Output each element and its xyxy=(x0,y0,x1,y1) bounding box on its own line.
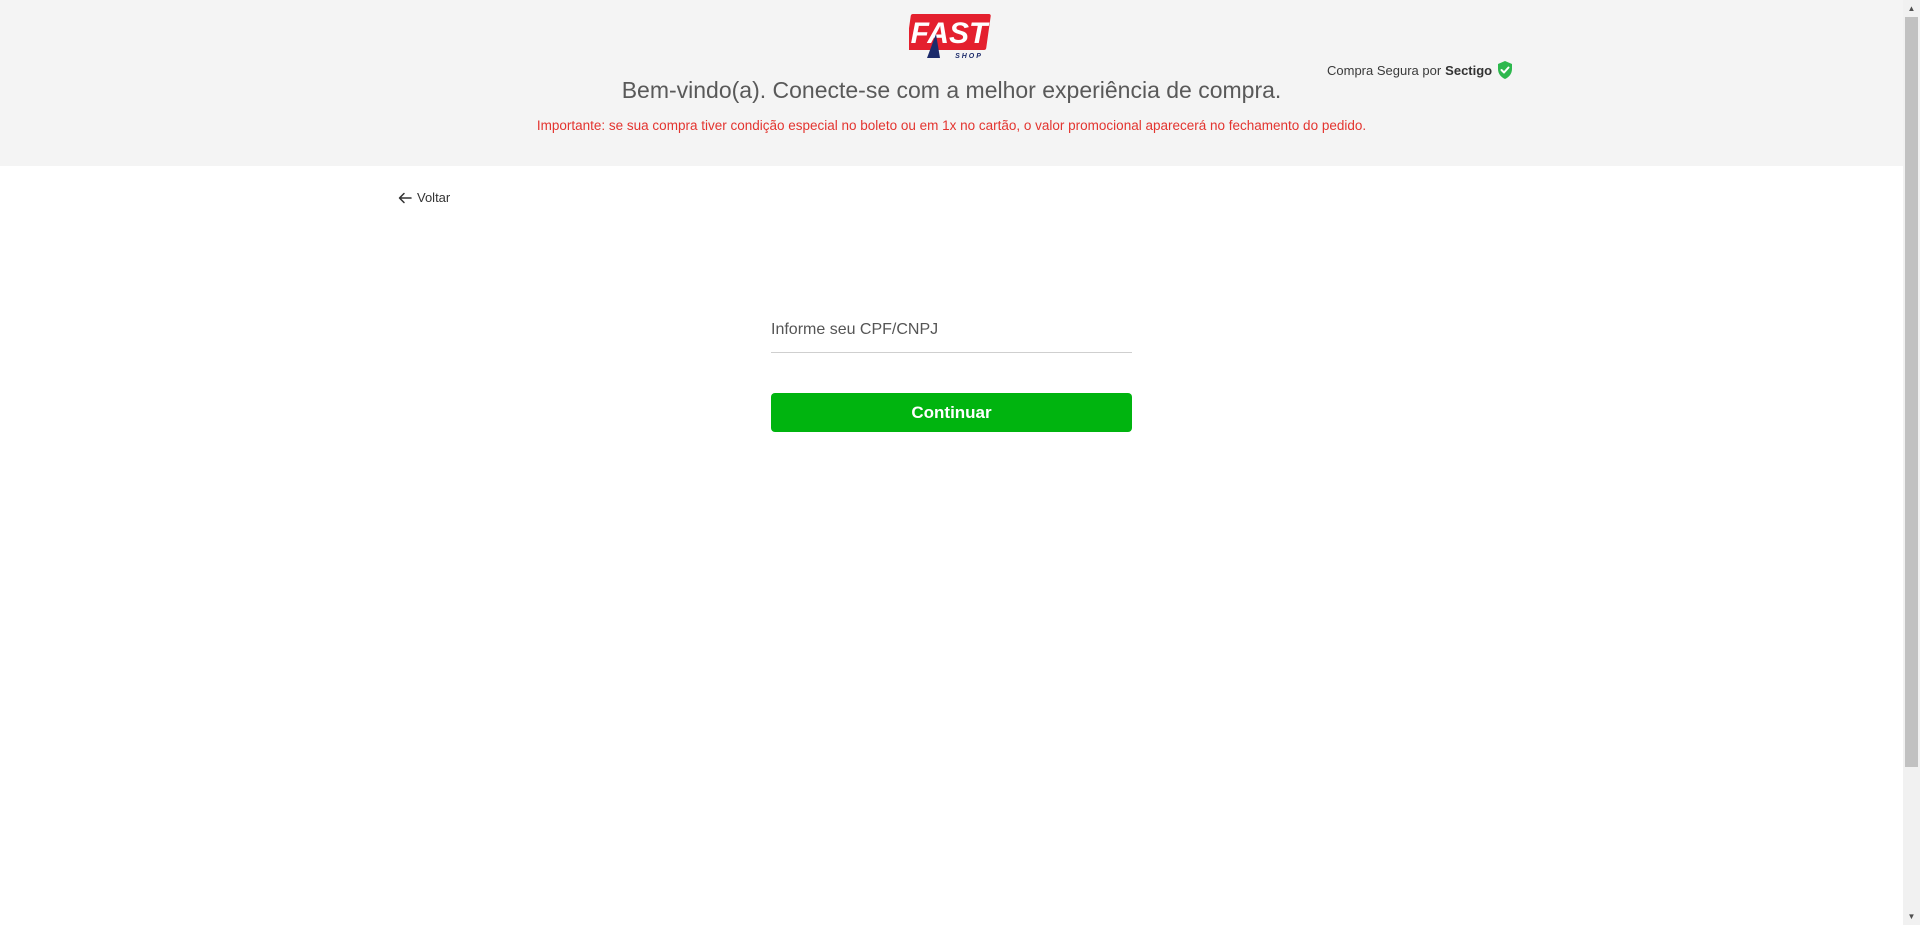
scroll-up-arrow-icon[interactable]: ▲ xyxy=(1903,0,1920,17)
scroll-down-arrow-icon[interactable]: ▼ xyxy=(1903,908,1920,925)
scrollbar-thumb[interactable] xyxy=(1905,17,1918,767)
promo-notice: Importante: se sua compra tiver condição… xyxy=(536,118,1367,133)
login-page: FAST SHOP Compra Segura por Sectigo Bem-… xyxy=(0,0,1903,925)
back-label: Voltar xyxy=(417,190,451,205)
welcome-heading: Bem-vindo(a). Conecte-se com a melhor ex… xyxy=(621,77,1282,103)
vertical-scrollbar[interactable]: ▲ ▼ xyxy=(1903,0,1920,925)
fast-shop-logo[interactable]: FAST SHOP xyxy=(909,14,993,60)
cpf-input[interactable] xyxy=(771,312,1132,348)
secure-prefix: Compra Segura por xyxy=(1327,62,1442,78)
back-link[interactable]: Voltar xyxy=(398,190,450,205)
svg-text:SHOP: SHOP xyxy=(955,53,983,60)
page-header: FAST SHOP Compra Segura por Sectigo Bem-… xyxy=(0,0,1903,166)
cpf-field xyxy=(771,312,1132,353)
arrow-left-icon xyxy=(398,192,412,203)
continue-button[interactable]: Continuar xyxy=(771,393,1132,432)
secure-brand: Sectigo xyxy=(1445,62,1493,78)
svg-text:FAST: FAST xyxy=(911,17,990,50)
